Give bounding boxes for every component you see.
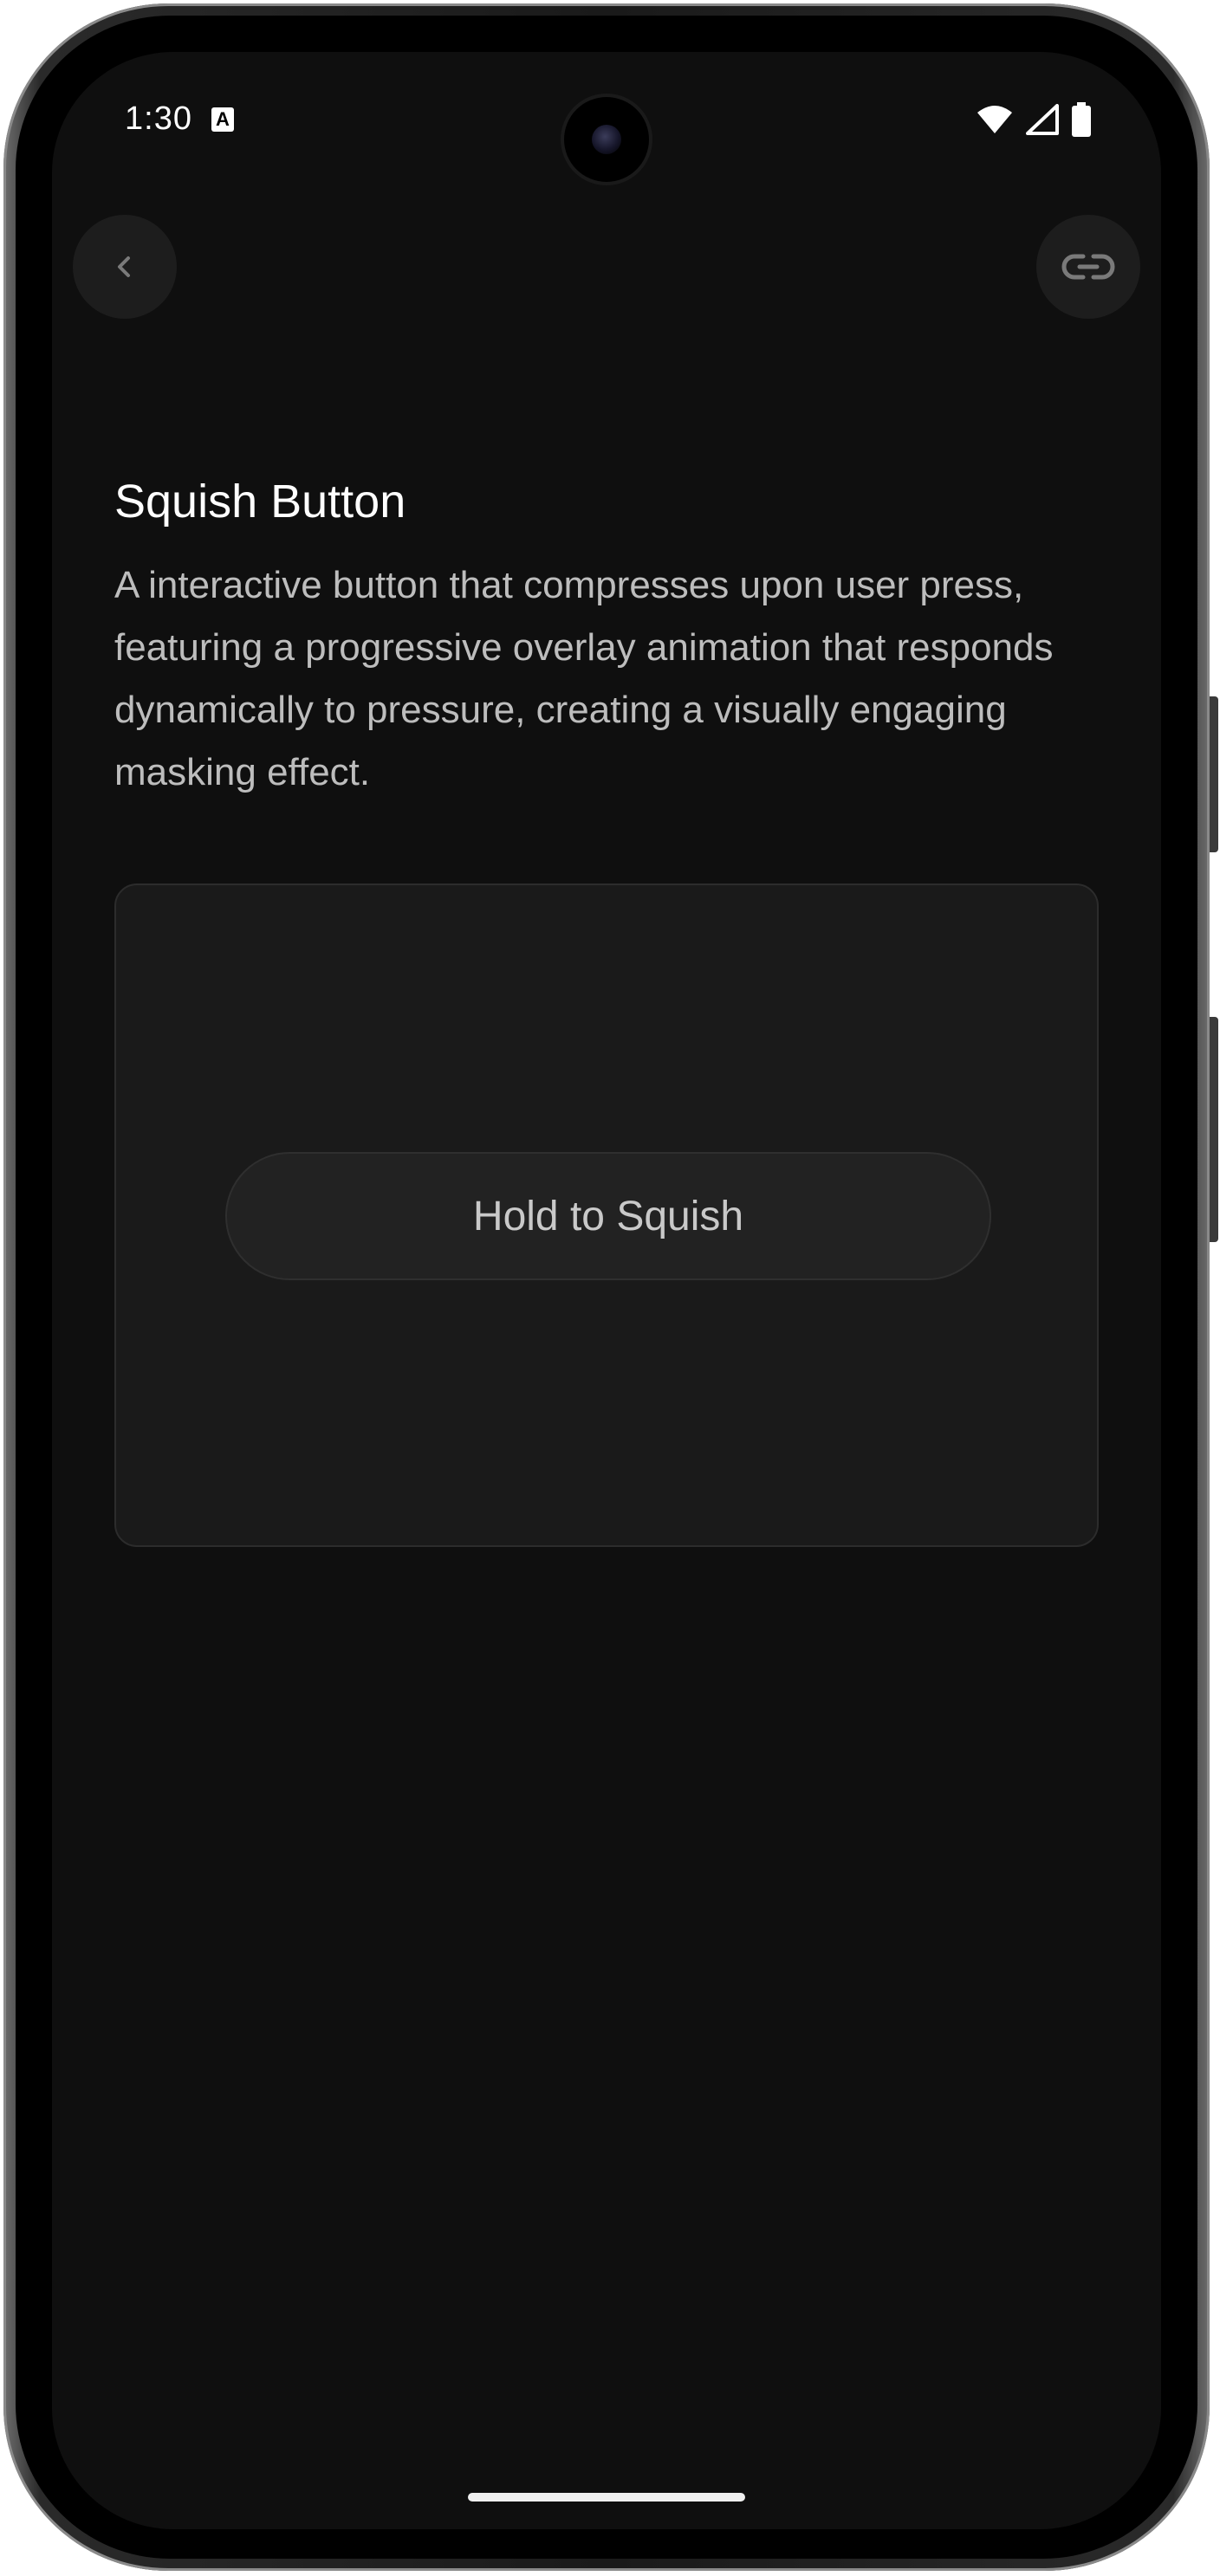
front-camera bbox=[564, 97, 649, 182]
back-button[interactable] bbox=[73, 215, 177, 319]
volume-button bbox=[1210, 696, 1218, 852]
screen: 1:30 A Squish Button A interactive butto… bbox=[52, 52, 1161, 2529]
status-icons bbox=[976, 102, 1092, 137]
status-bar: 1:30 A bbox=[52, 52, 1161, 182]
wifi-icon bbox=[977, 106, 1012, 133]
page-description: A interactive button that compresses upo… bbox=[114, 564, 1054, 793]
status-time: 1:30 bbox=[125, 100, 192, 137]
battery-icon bbox=[1072, 102, 1091, 137]
power-button bbox=[1210, 1017, 1218, 1242]
page-title: Squish Button bbox=[114, 476, 406, 527]
chevron-left-icon bbox=[118, 256, 130, 277]
demo-card: Hold to Squish bbox=[114, 883, 1099, 1547]
copy-link-button[interactable] bbox=[1036, 215, 1140, 319]
hold-to-squish-button[interactable]: Hold to Squish bbox=[225, 1152, 991, 1280]
a-icon: A bbox=[211, 107, 234, 132]
home-indicator[interactable] bbox=[468, 2493, 745, 2502]
link-icon bbox=[1061, 254, 1115, 280]
signal-icon bbox=[1026, 104, 1059, 135]
